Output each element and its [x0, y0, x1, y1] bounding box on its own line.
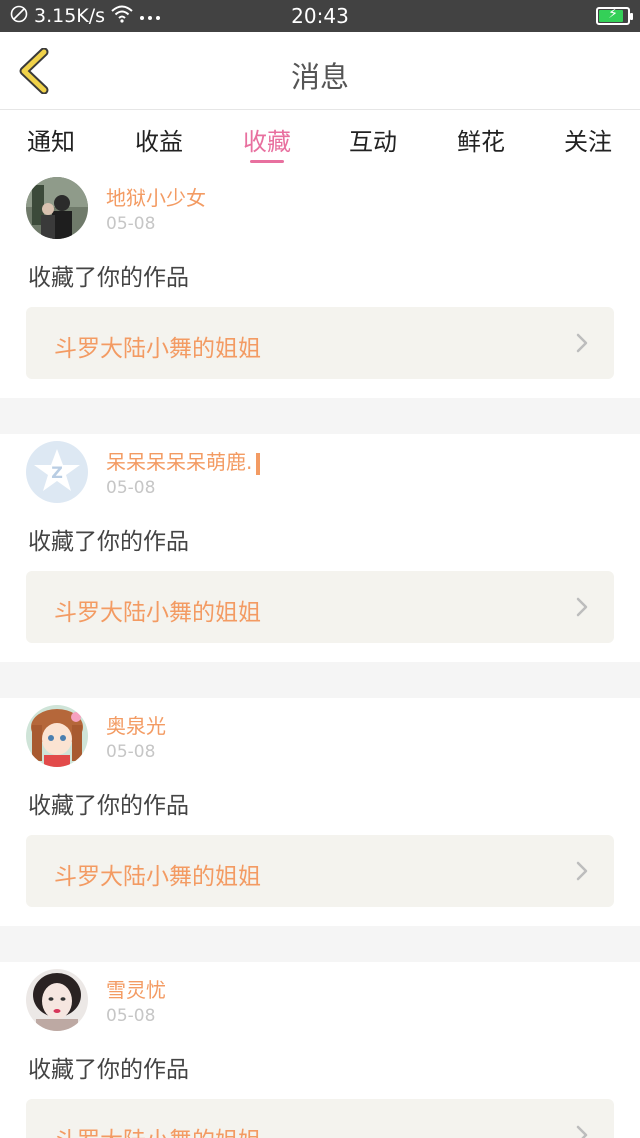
tab-earnings[interactable]: 收益 [119, 122, 199, 157]
back-button[interactable] [14, 48, 54, 94]
avatar[interactable] [26, 969, 88, 1031]
tab-favorites[interactable]: 收藏 [227, 122, 307, 157]
chevron-right-icon [576, 597, 588, 617]
nav-bar: 消息 [0, 32, 640, 110]
message-date: 05-08 [106, 1006, 156, 1026]
work-link[interactable]: 斗罗大陆小舞的姐姐 [26, 1099, 614, 1138]
chevron-right-icon [576, 333, 588, 353]
divider [0, 662, 640, 698]
username[interactable]: 奥泉光 [106, 710, 166, 739]
page-title: 消息 [290, 60, 349, 94]
tab-notifications[interactable]: 通知 [11, 122, 91, 157]
work-link[interactable]: 斗罗大陆小舞的姐姐 [26, 835, 614, 907]
avatar[interactable] [26, 705, 88, 767]
tab-flowers[interactable]: 鲜花 [441, 122, 521, 157]
tab-bar: 通知 收益 收藏 互动 鲜花 关注 [0, 110, 640, 170]
username[interactable]: 地狱小少女 [106, 182, 206, 211]
work-title: 斗罗大陆小舞的姐姐 [54, 864, 261, 890]
avatar[interactable] [26, 177, 88, 239]
message-date: 05-08 [106, 742, 156, 762]
work-link[interactable]: 斗罗大陆小舞的姐姐 [26, 571, 614, 643]
username[interactable]: 雪灵忧 [106, 974, 166, 1003]
message-date: 05-08 [106, 478, 156, 498]
back-arrow-icon [19, 48, 49, 94]
work-title: 斗罗大陆小舞的姐姐 [54, 600, 261, 626]
list-item: 地狱小少女 05-08 收藏了你的作品 斗罗大陆小舞的姐姐 [0, 170, 640, 398]
action-text: 收藏了你的作品 [28, 1057, 189, 1083]
status-bar: 3.15K/s 20:43 ⚡ [0, 0, 640, 32]
status-time: 20:43 [291, 4, 349, 28]
divider [0, 398, 640, 434]
avatar[interactable]: Z [26, 441, 88, 503]
anime-girl-avatar-icon [26, 705, 88, 767]
list-item: 雪灵忧 05-08 收藏了你的作品 斗罗大陆小舞的姐姐 [0, 962, 640, 1138]
divider [0, 926, 640, 962]
battery-icon: ⚡ [596, 6, 633, 25]
action-text: 收藏了你的作品 [28, 265, 189, 291]
action-text: 收藏了你的作品 [28, 529, 189, 555]
active-tab-indicator [250, 160, 284, 163]
chevron-right-icon [576, 861, 588, 881]
work-title: 斗罗大陆小舞的姐姐 [54, 1121, 261, 1138]
qq-default-avatar-icon: Z [26, 441, 88, 503]
username-text: 呆呆呆呆呆萌鹿. [106, 450, 253, 474]
tab-interactions[interactable]: 互动 [333, 122, 413, 157]
text-cursor [256, 452, 261, 475]
username[interactable]: 呆呆呆呆呆萌鹿. [106, 446, 261, 475]
list-item: 奥泉光 05-08 收藏了你的作品 斗罗大陆小舞的姐姐 [0, 698, 640, 926]
work-link[interactable]: 斗罗大陆小舞的姐姐 [26, 307, 614, 379]
message-date: 05-08 [106, 214, 156, 234]
svg-text:Z: Z [51, 463, 63, 482]
photo-avatar-girl-icon [26, 969, 88, 1031]
charging-icon: ⚡ [608, 6, 618, 22]
message-list: 地狱小少女 05-08 收藏了你的作品 斗罗大陆小舞的姐姐 Z 呆呆呆呆呆萌鹿.… [0, 170, 640, 1138]
list-item: Z 呆呆呆呆呆萌鹿. 05-08 收藏了你的作品 斗罗大陆小舞的姐姐 [0, 434, 640, 662]
action-text: 收藏了你的作品 [28, 793, 189, 819]
chevron-right-icon [576, 1125, 588, 1138]
photo-avatar-icon [26, 177, 88, 239]
work-title: 斗罗大陆小舞的姐姐 [54, 336, 261, 362]
tab-following[interactable]: 关注 [548, 122, 628, 157]
